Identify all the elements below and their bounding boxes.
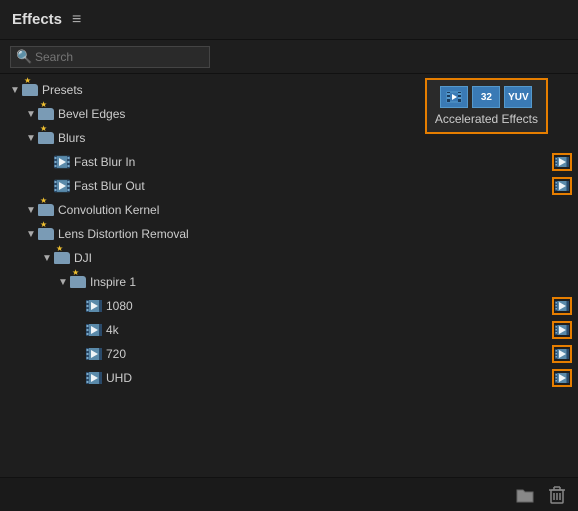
label-4k: 4k — [106, 323, 548, 337]
search-input[interactable] — [10, 46, 210, 68]
accelerated-effects-box: 32 YUV Accelerated Effects — [425, 78, 548, 134]
tree-item-inspire1[interactable]: ▼ Inspire 1 — [0, 270, 578, 294]
accel-play-icon[interactable] — [440, 86, 468, 108]
accel-icons-row: 32 YUV — [440, 86, 532, 108]
label-1080: 1080 — [106, 299, 548, 313]
chevron-dji: ▼ — [40, 251, 54, 265]
hamburger-menu-icon[interactable]: ≡ — [72, 11, 81, 29]
star-folder-icon-blurs — [38, 132, 54, 144]
bottom-toolbar — [0, 477, 578, 511]
tree-item-720[interactable]: 720 — [0, 342, 578, 366]
new-folder-button[interactable] — [512, 484, 538, 506]
accel-label: Accelerated Effects — [435, 112, 538, 126]
label-inspire1: Inspire 1 — [90, 275, 548, 289]
tree-item-fast-blur-out[interactable]: Fast Blur Out — [0, 174, 578, 198]
chevron-inspire1: ▼ — [56, 275, 70, 289]
chevron-bevel-edges: ▼ — [24, 107, 38, 121]
tree-item-4k[interactable]: 4k — [0, 318, 578, 342]
effect-icon-fast-blur-out — [54, 179, 70, 193]
accel-icon-fast-blur-out — [552, 177, 572, 195]
no-chevron-720 — [72, 347, 86, 361]
chevron-lens-distortion: ▼ — [24, 227, 38, 241]
effect-icon-1080 — [86, 299, 102, 313]
delete-button[interactable] — [544, 484, 570, 506]
label-720: 720 — [106, 347, 548, 361]
label-fast-blur-out: Fast Blur Out — [74, 179, 548, 193]
star-folder-icon-presets — [22, 84, 38, 96]
accel-yuv-icon[interactable]: YUV — [504, 86, 532, 108]
label-convolution-kernel: Convolution Kernel — [58, 203, 548, 217]
no-chevron-4k — [72, 323, 86, 337]
star-folder-icon-convolution — [38, 204, 54, 216]
panel-header: Effects ≡ — [0, 0, 578, 40]
tree-item-uhd[interactable]: UHD — [0, 366, 578, 390]
star-folder-icon-bevel-edges — [38, 108, 54, 120]
tree-item-fast-blur-in[interactable]: Fast Blur In — [0, 150, 578, 174]
search-icon: 🔍 — [16, 49, 32, 65]
effect-icon-4k — [86, 323, 102, 337]
tree-item-lens-distortion[interactable]: ▼ Lens Distortion Removal — [0, 222, 578, 246]
effect-icon-720 — [86, 347, 102, 361]
no-chevron-fast-blur-out — [40, 179, 54, 193]
search-bar: 🔍 32 — [0, 40, 578, 74]
tree-item-1080[interactable]: 1080 — [0, 294, 578, 318]
chevron-convolution: ▼ — [24, 203, 38, 217]
tree-item-convolution-kernel[interactable]: ▼ Convolution Kernel — [0, 198, 578, 222]
effects-panel: Effects ≡ 🔍 — [0, 0, 578, 511]
no-chevron-uhd — [72, 371, 86, 385]
effect-icon-fast-blur-in — [54, 155, 70, 169]
label-uhd: UHD — [106, 371, 548, 385]
effect-icon-uhd — [86, 371, 102, 385]
accel-icon-1080 — [552, 297, 572, 315]
chevron-presets: ▼ — [8, 83, 22, 97]
accel-icon-720 — [552, 345, 572, 363]
star-folder-icon-inspire1 — [70, 276, 86, 288]
effects-tree: ▼ Presets ▼ Bevel Edges ▼ Blurs — [0, 74, 578, 477]
no-chevron-fast-blur-in — [40, 155, 54, 169]
no-chevron-1080 — [72, 299, 86, 313]
tree-item-dji[interactable]: ▼ DJI — [0, 246, 578, 270]
accel-icon-uhd — [552, 369, 572, 387]
label-fast-blur-in: Fast Blur In — [74, 155, 548, 169]
panel-title: Effects — [12, 11, 62, 28]
accel-32-icon[interactable]: 32 — [472, 86, 500, 108]
star-folder-icon-lens-distortion — [38, 228, 54, 240]
accel-icon-4k — [552, 321, 572, 339]
accel-icon-fast-blur-in — [552, 153, 572, 171]
chevron-blurs: ▼ — [24, 131, 38, 145]
star-folder-icon-dji — [54, 252, 70, 264]
label-lens-distortion: Lens Distortion Removal — [58, 227, 548, 241]
label-dji: DJI — [74, 251, 548, 265]
